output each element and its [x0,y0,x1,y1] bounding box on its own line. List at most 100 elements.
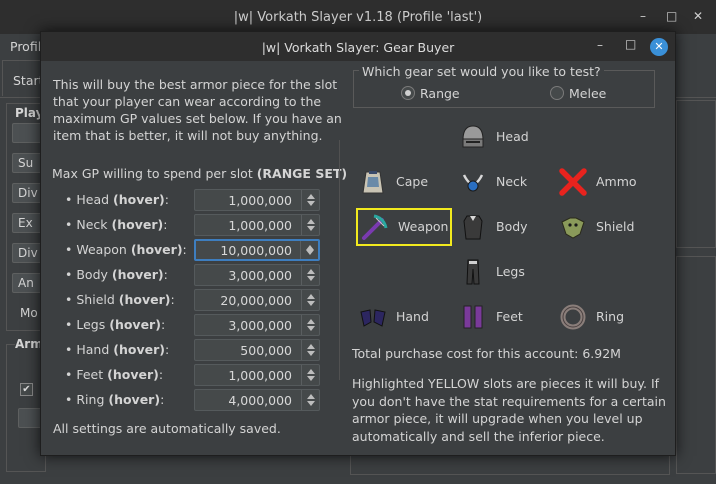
equip-slot-ring[interactable]: Ring [554,298,650,336]
dialog-minimize-button[interactable]: – [597,38,603,52]
main-close-button[interactable]: ✕ [693,9,703,23]
gp-spinner-value[interactable]: 4,000,000 [228,393,292,408]
equip-slot-weapon[interactable]: Weapon [356,208,452,246]
gp-row-label: • Neck (hover): [65,217,168,232]
radio-melee[interactable] [550,86,564,100]
legs-armor-icon [466,259,480,285]
spinner-up-arrow-icon[interactable] [307,369,315,374]
radio-range-label[interactable]: Range [420,86,460,101]
gp-slot-name: Head [76,192,110,207]
equip-slot-shield[interactable]: Shield [554,208,650,246]
gp-ring-spinner[interactable]: 4,000,000 [194,389,320,411]
gp-slot-name: Body [76,267,108,282]
hover-hint[interactable]: (hover) [112,217,164,232]
gp-spinner-value[interactable]: 3,000,000 [228,318,292,333]
hover-hint[interactable]: (hover) [113,342,165,357]
gp-slot-name: Weapon [76,242,127,257]
gp-body-spinner[interactable]: 3,000,000 [194,264,320,286]
spinner-arrows [301,340,319,360]
spinner-down-arrow-icon[interactable] [307,351,315,356]
hover-hint[interactable]: (hover) [107,367,159,382]
spinner-up-arrow-icon[interactable] [307,344,315,349]
gp-spinner-value[interactable]: 500,000 [240,343,292,358]
gp-row-neck: • Neck (hover): 1,000,000 [65,214,321,236]
spinner-up-arrow-icon[interactable] [307,269,315,274]
spinner-down-arrow-icon[interactable] [306,250,314,255]
autosave-note: All settings are automatically saved. [53,421,281,436]
gp-spinner-value[interactable]: 3,000,000 [228,268,292,283]
gp-spinner-value[interactable]: 1,000,000 [228,368,292,383]
spinner-down-arrow-icon[interactable] [307,376,315,381]
hover-hint[interactable]: (hover) [112,267,164,282]
gloves-icon [360,309,386,327]
gp-spinner-value[interactable]: 20,000,000 [220,293,292,308]
radio-range[interactable] [401,86,415,100]
gp-spinner-value[interactable]: 1,000,000 [228,193,292,208]
dialog-maximize-button[interactable]: □ [625,37,636,51]
main-right-panel-top [676,100,716,248]
hover-hint[interactable]: (hover) [119,292,171,307]
gp-slot-name: Legs [76,317,106,332]
main-minimize-button[interactable]: – [640,9,646,23]
equip-slot-body[interactable]: Body [454,208,550,246]
equip-slot-legs-label: Legs [496,264,525,279]
equip-slot-head[interactable]: Head [454,118,550,156]
gp-slot-name: Neck [76,217,108,232]
spinner-arrows [301,315,319,335]
main-right-panel-bottom [676,256,716,474]
gp-spinner-value[interactable]: 10,000,000 [220,243,292,258]
body-armor-icon [463,215,483,240]
gp-spinner-value[interactable]: 1,000,000 [228,218,292,233]
gp-legs-spinner[interactable]: 3,000,000 [194,314,320,336]
equip-slot-neck-label: Neck [496,174,528,189]
hover-hint[interactable]: (hover) [108,392,160,407]
equip-slot-feet[interactable]: Feet [454,298,550,336]
gp-feet-spinner[interactable]: 1,000,000 [194,364,320,386]
main-maximize-button[interactable]: □ [666,9,677,23]
spinner-arrows [301,290,319,310]
equip-slot-legs[interactable]: Legs [454,253,550,291]
spinner-down-arrow-icon[interactable] [307,201,315,206]
gp-slot-name: Shield [76,292,115,307]
equip-slot-shield-label: Shield [596,219,635,234]
spinner-down-arrow-icon[interactable] [307,301,315,306]
ring-icon [560,304,586,330]
spinner-down-arrow-icon[interactable] [307,226,315,231]
hover-hint[interactable]: (hover) [131,242,183,257]
hover-hint[interactable]: (hover) [109,317,161,332]
spinner-up-arrow-icon[interactable] [307,194,315,199]
gp-hand-spinner[interactable]: 500,000 [194,339,320,361]
spinner-up-arrow-icon[interactable] [307,294,315,299]
radio-melee-label[interactable]: Melee [569,86,606,101]
gp-shield-spinner[interactable]: 20,000,000 [194,289,320,311]
equip-slot-cape-label: Cape [396,174,429,189]
spinner-up-arrow-icon[interactable] [307,394,315,399]
dialog-close-button[interactable]: ✕ [650,38,668,56]
spinner-down-arrow-icon[interactable] [307,326,315,331]
gp-row-label: • Shield (hover): [65,292,175,307]
gp-neck-spinner[interactable]: 1,000,000 [194,214,320,236]
spinner-arrows [301,265,319,285]
spinner-up-arrow-icon[interactable] [307,219,315,224]
equip-slot-ammo-label: Ammo [596,174,637,189]
spinner-up-arrow-icon[interactable] [307,319,315,324]
gear-set-question: Which gear set would you like to test? [359,64,604,79]
gp-head-spinner[interactable]: 1,000,000 [194,189,320,211]
spinner-arrows [301,390,319,410]
equip-slot-head-label: Head [496,129,529,144]
spinner-arrows [301,190,319,210]
gp-weapon-spinner[interactable]: 10,000,000 [194,239,320,261]
spinner-down-arrow-icon[interactable] [307,401,315,406]
equip-slot-hand[interactable]: Hand [354,298,450,336]
main-left-armor-title: Arm [15,337,43,351]
equip-slot-cape[interactable]: Cape [354,163,450,201]
amulet-icon [462,174,484,192]
main-window-titlebar: |w| Vorkath Slayer v1.18 (Profile 'last'… [0,0,716,34]
hover-hint[interactable]: (hover) [113,192,165,207]
spinner-down-arrow-icon[interactable] [307,276,315,281]
equip-slot-neck[interactable]: Neck [454,163,550,201]
spinner-arrows [301,215,319,235]
equip-slot-ammo[interactable]: Ammo [554,163,650,201]
main-checkbox[interactable]: ✔ [20,383,33,396]
gear-buyer-dialog: |w| Vorkath Slayer: Gear Buyer – □ ✕ Thi… [40,31,676,456]
